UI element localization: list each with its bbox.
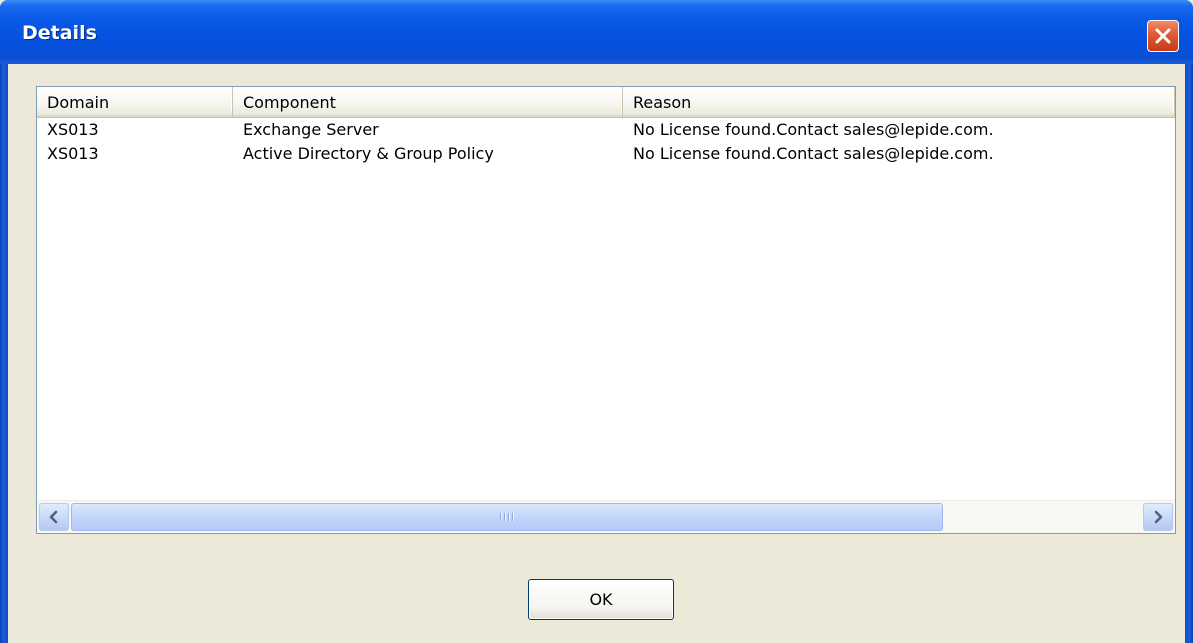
close-button[interactable] (1147, 20, 1179, 52)
horizontal-scrollbar[interactable] (37, 500, 1175, 533)
scroll-left-button[interactable] (39, 503, 69, 531)
ok-button[interactable]: OK (528, 579, 674, 620)
window-border-right (1185, 64, 1193, 643)
cell-domain: XS013 (47, 144, 99, 163)
cell-component: Active Directory & Group Policy (243, 144, 494, 163)
details-list-view[interactable]: Domain Component Reason XS013 Exchange S… (36, 86, 1176, 534)
table-row[interactable]: XS013 Active Directory & Group Policy No… (37, 142, 1175, 166)
window-border-left (0, 64, 8, 643)
title-bar[interactable]: Details (0, 0, 1193, 64)
cell-domain: XS013 (47, 120, 99, 139)
grip-icon (500, 513, 514, 521)
column-header-component[interactable]: Component (233, 87, 623, 117)
column-header-domain[interactable]: Domain (37, 87, 233, 117)
cell-reason: No License found.Contact sales@lepide.co… (633, 120, 994, 139)
scroll-right-button[interactable] (1143, 503, 1173, 531)
scrollbar-thumb[interactable] (71, 503, 943, 531)
close-icon (1155, 28, 1171, 44)
chevron-right-icon (1154, 510, 1163, 524)
dialog-client-area: Domain Component Reason XS013 Exchange S… (8, 64, 1185, 643)
column-header-reason[interactable]: Reason (623, 87, 1175, 117)
window-title: Details (22, 22, 97, 44)
list-body: XS013 Exchange Server No License found.C… (37, 118, 1175, 166)
chevron-left-icon (49, 510, 58, 524)
table-row[interactable]: XS013 Exchange Server No License found.C… (37, 118, 1175, 142)
list-header: Domain Component Reason (37, 87, 1175, 118)
cell-reason: No License found.Contact sales@lepide.co… (633, 144, 994, 163)
details-dialog: Details Domain Component Reason XS013 Ex… (0, 0, 1193, 643)
cell-component: Exchange Server (243, 120, 379, 139)
